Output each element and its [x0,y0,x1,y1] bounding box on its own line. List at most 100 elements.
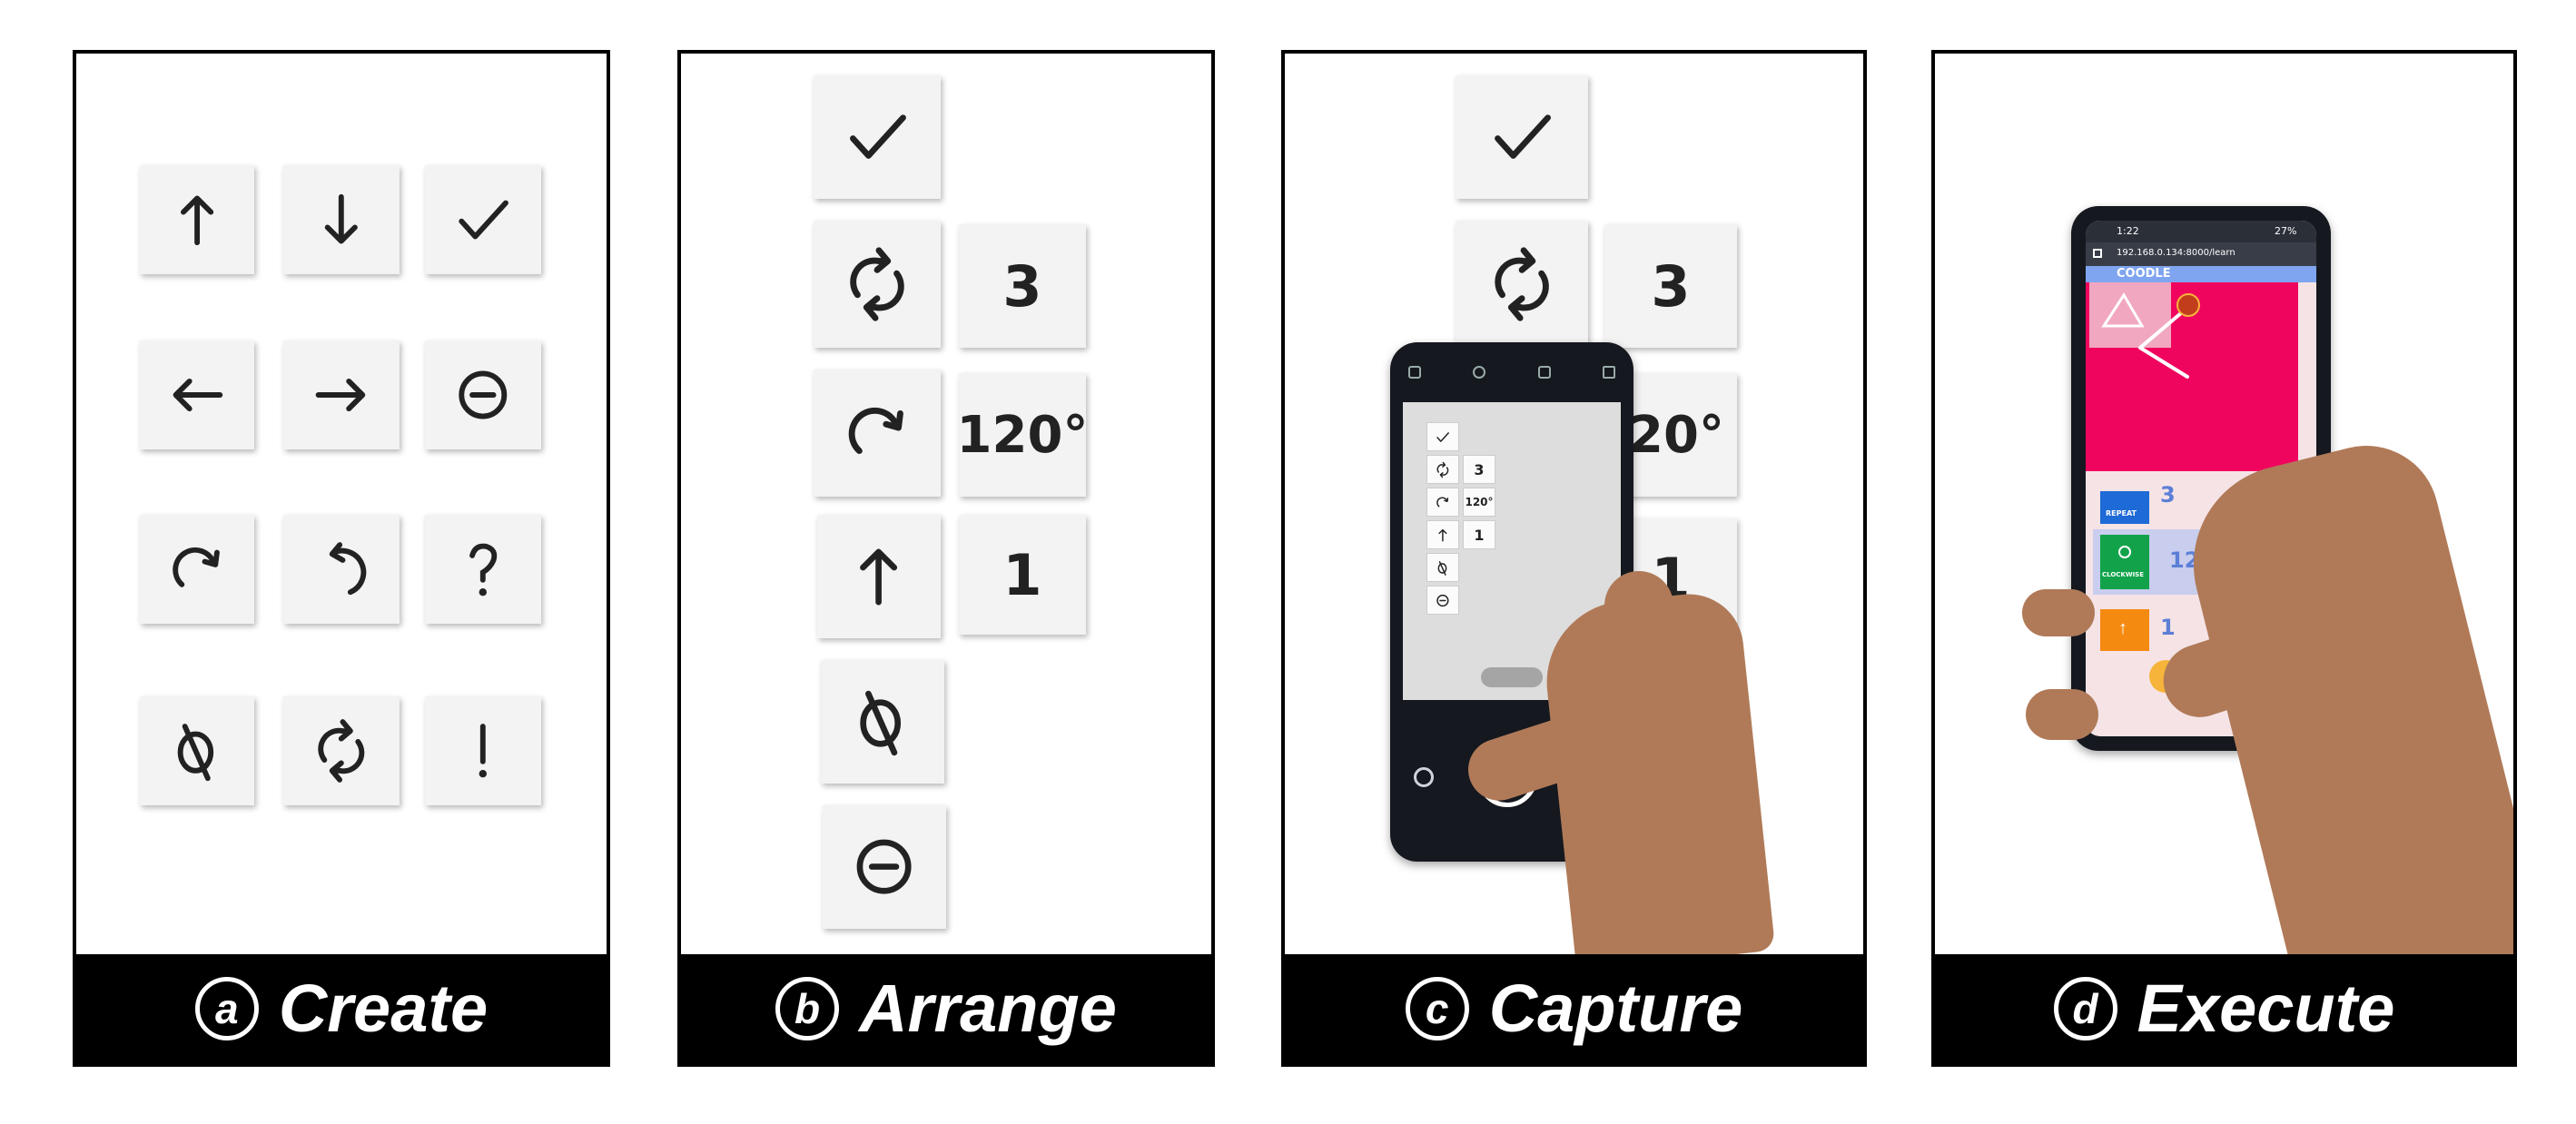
mini-card-up [1426,520,1459,549]
check-icon [833,94,922,180]
panel-caption: Arrange [859,971,1117,1046]
repeat-icon [833,240,922,329]
rotate-clockwise-icon [1432,493,1454,512]
panel-execute: 1:22 27% 192.168.0.134:8000/learn COODLE… [1931,50,2517,1067]
panel-letter: c [1405,977,1469,1040]
rotate-clockwise-icon [833,389,922,478]
drawing-canvas[interactable] [2086,282,2298,471]
repeat-icon [301,713,382,789]
card-question [425,515,541,624]
status-time: 1:22 [2117,225,2139,237]
caption-bar: d Execute [1935,954,2513,1063]
mini-card-number: 3 [1463,455,1495,484]
check-icon [1476,94,1568,180]
camera-toolbar-icons [1408,366,1615,384]
right-arrow-icon [301,357,382,433]
finger [2022,589,2095,636]
clockwise-icon [2118,546,2131,558]
minus-circle-icon [1432,591,1454,610]
panel-letter: b [775,977,840,1040]
null-symbol-icon [839,678,925,764]
card-up-arrow [817,515,941,638]
repeat-label: REPEAT [2106,509,2137,518]
minus-circle-icon [841,823,927,910]
forward-value: 1 [2160,615,2176,640]
panel-caption: Capture [1488,971,1743,1046]
null-symbol-icon [157,713,237,789]
block-clockwise[interactable]: CLOCKWISE [2100,535,2149,589]
card-number-steps: 1 [959,515,1086,635]
card-repeat [283,696,400,805]
card-rotate-cw [814,370,941,497]
card-repeat [814,221,941,348]
panel-capture: 3 120° 1 3 120° 1 c Capture [1281,50,1867,1067]
home-icon[interactable] [2093,249,2102,258]
card-check [814,75,941,199]
finger [1604,571,1673,707]
mini-card-end [1426,586,1459,615]
block-repeat[interactable]: REPEAT [2100,491,2149,524]
card-number-repeat: 3 [959,224,1086,348]
mini-card-repeat [1426,455,1459,484]
card-null [140,696,254,805]
card-up-arrow [140,165,254,274]
turtle-icon [2176,293,2200,317]
card-left-arrow [140,340,254,449]
clockwise-label: CLOCKWISE [2102,571,2145,578]
ratio-icon[interactable] [1602,366,1615,379]
zoom-control[interactable] [1481,667,1543,687]
up-arrow-icon [157,182,237,258]
panel-caption: Create [278,971,489,1046]
status-bar: 1:22 27% [2086,221,2316,242]
repeat-icon [1432,460,1454,479]
card-end [823,805,946,929]
caption-bar: c Capture [1285,954,1863,1063]
switch-camera-icon[interactable] [1414,767,1434,787]
repeat-count: 3 [1002,252,1042,320]
null-symbol-icon [1432,558,1454,577]
mini-card-check [1426,422,1459,451]
card-rotate-ccw [283,515,400,624]
flash-icon[interactable] [1408,366,1421,379]
up-arrow-icon [835,533,922,619]
mini-card-angle: 120° [1463,488,1495,517]
app-header: COODLE [2086,266,2316,282]
exclamation-icon [442,713,524,789]
left-arrow-icon [157,357,237,433]
mini-card-rotate [1426,488,1459,517]
down-arrow-icon [301,182,382,258]
rotate-counterclockwise-icon [301,531,382,607]
repeat-value: 3 [2160,482,2176,508]
rotate-clockwise-icon [157,531,237,607]
app-name: COODLE [2117,267,2171,281]
settings-icon[interactable] [1473,366,1486,379]
card-exclamation [425,696,541,805]
card-end [425,340,541,449]
check-icon [442,182,524,258]
check-icon [1432,428,1454,447]
repeat-icon [1476,240,1568,329]
card-null [821,660,944,784]
panel-arrange: 3 120° 1 b Arrange [677,50,1215,1067]
card-number-angle: 120° [956,373,1089,497]
card-repeat [1456,221,1588,348]
timer-icon[interactable] [1537,366,1551,379]
card-right-arrow [283,340,400,449]
question-mark-icon [442,531,524,607]
card-rotate-cw [140,515,254,624]
card-down-arrow [283,165,400,274]
card-number-repeat: 3 [1604,224,1737,348]
panel-letter: a [194,977,259,1040]
angle-value: 120° [956,405,1089,465]
repeat-count: 3 [1651,252,1691,320]
up-arrow-icon [1432,526,1454,545]
url-text[interactable]: 192.168.0.134:8000/learn [2117,248,2235,258]
mini-card-steps: 1 [1463,520,1495,549]
panel-letter: d [2053,977,2117,1040]
block-forward[interactable]: ↑ [2100,609,2149,651]
steps-value: 1 [1002,541,1042,608]
battery-level: 27% [2275,225,2297,237]
minus-circle-icon [442,357,524,433]
caption-bar: a Create [76,954,607,1063]
panel-create: a Create [73,50,610,1067]
